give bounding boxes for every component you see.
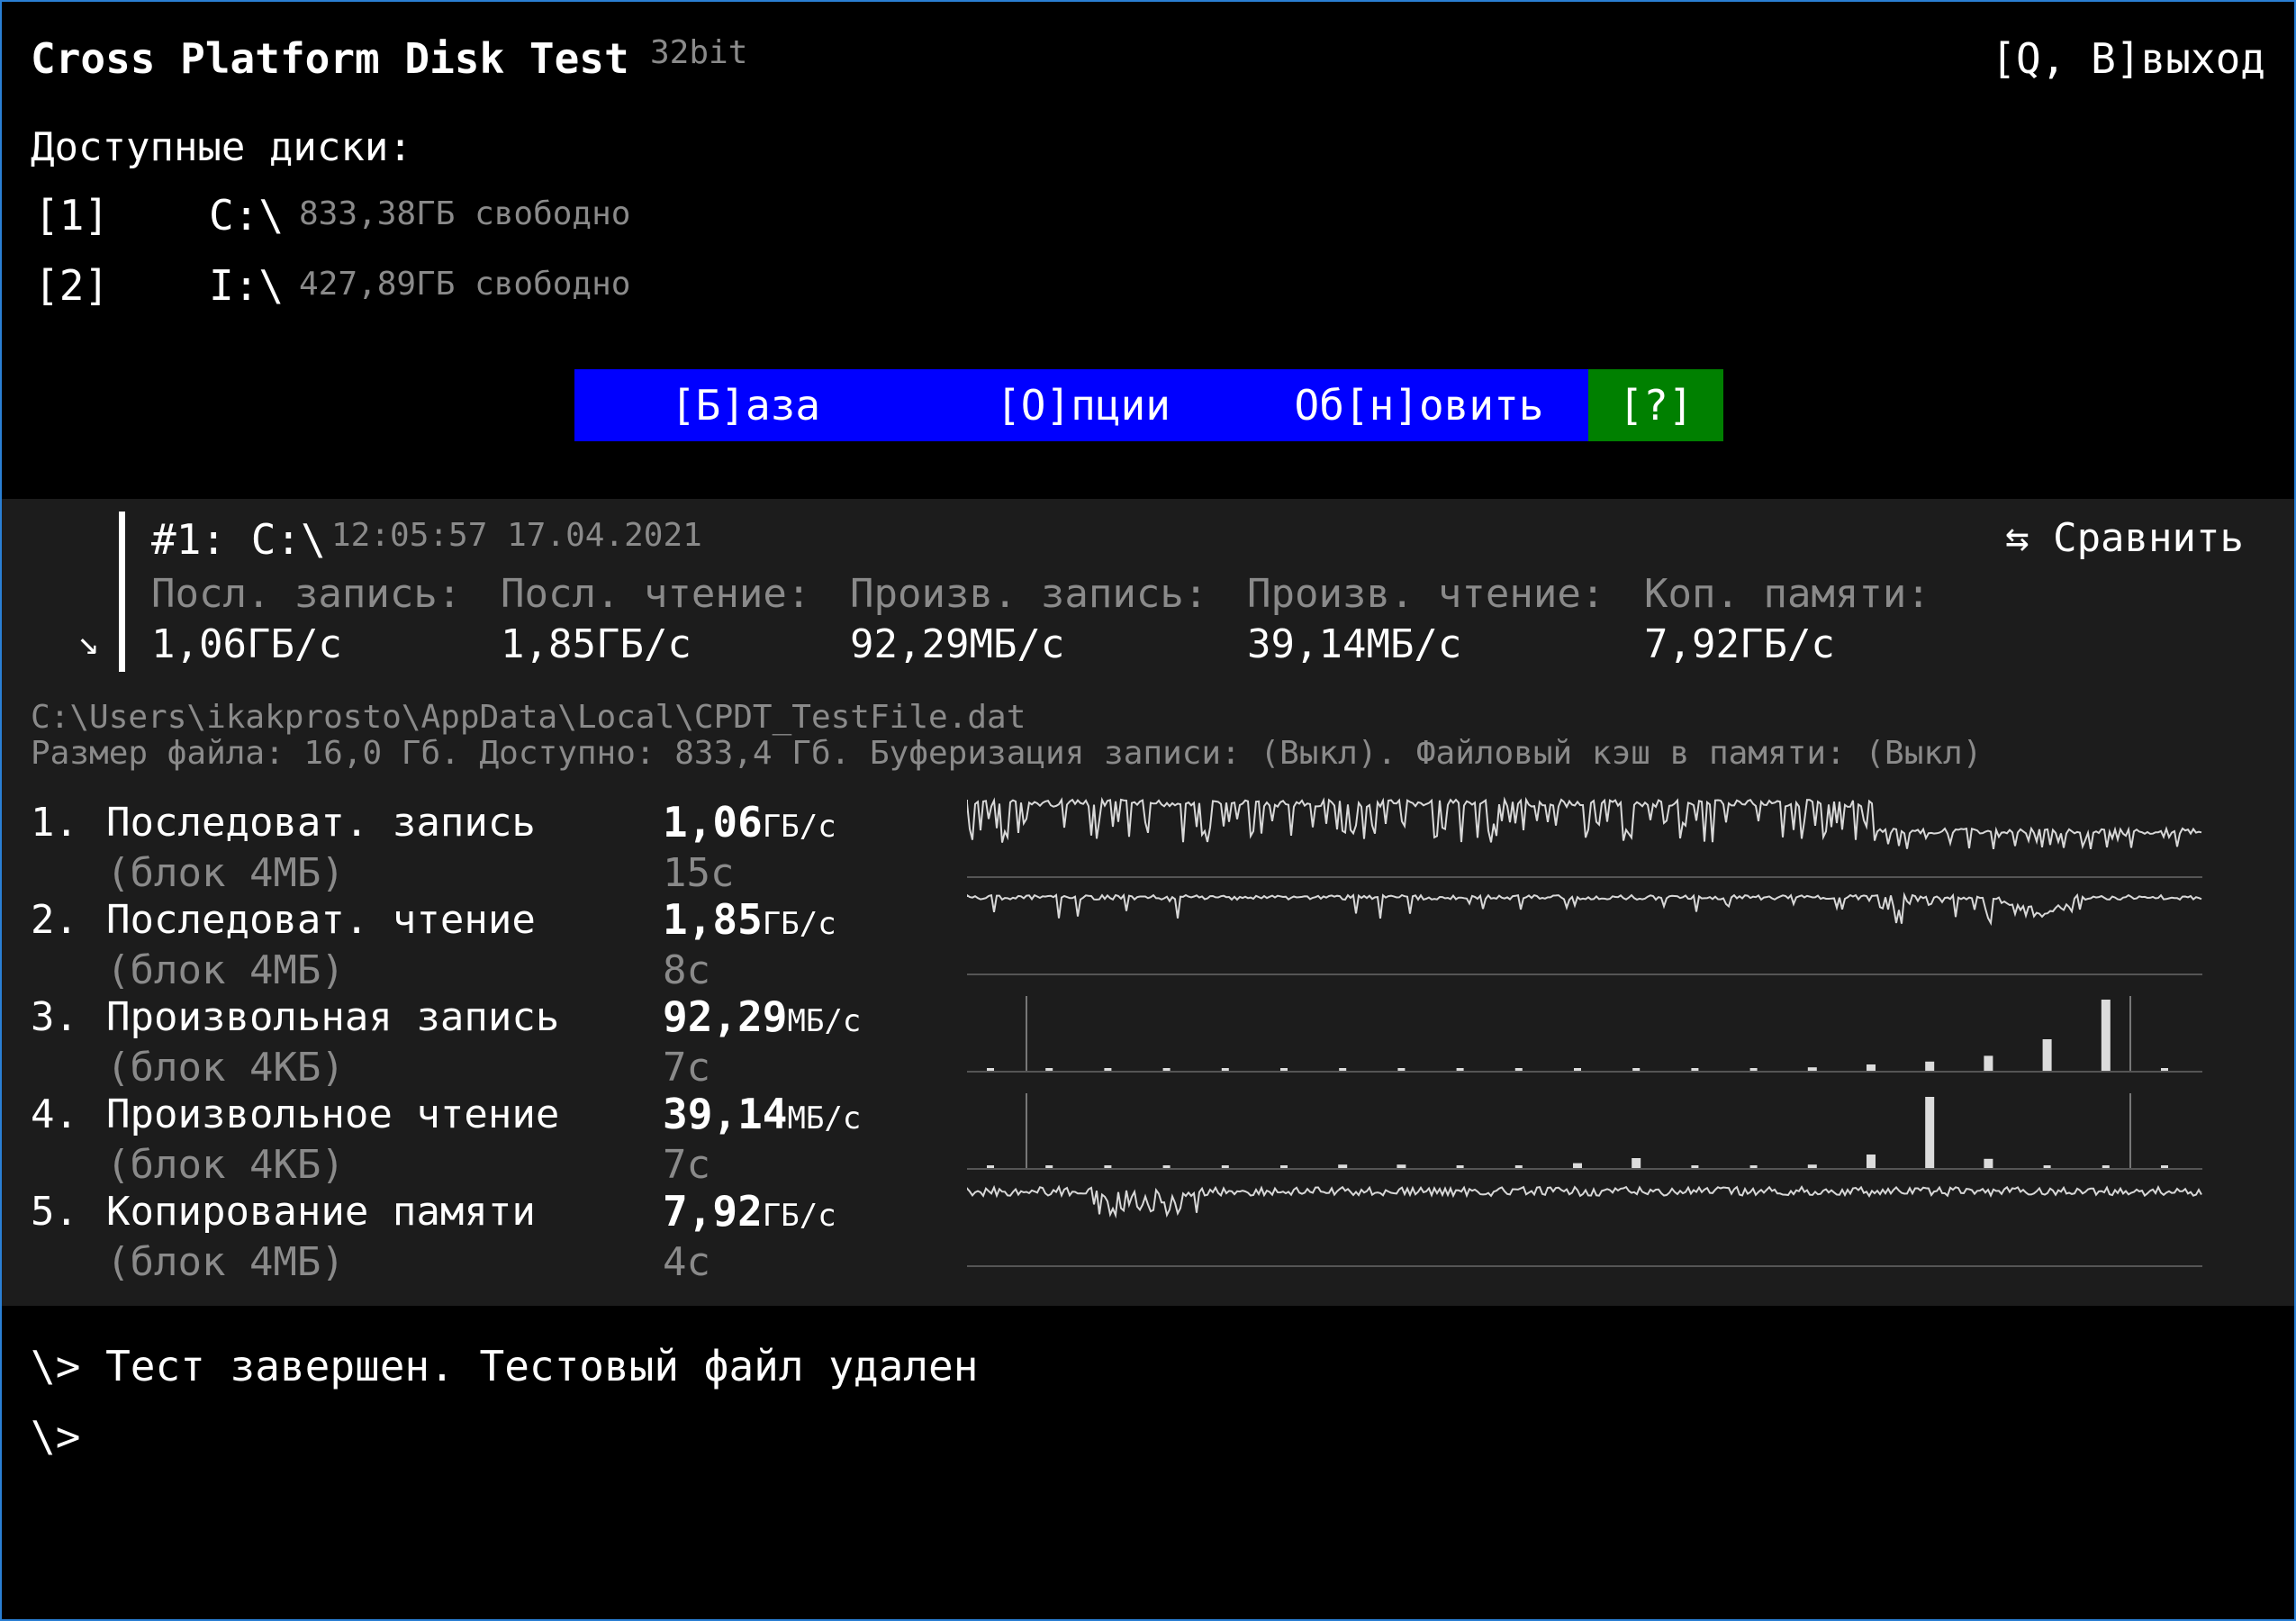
app-window: Cross Platform Disk Test 32bit [Q, B]вых… [0, 0, 2296, 1621]
mem-copy-graph [967, 1184, 2202, 1219]
summary-value-seq-read: 1,85ГБ/с [501, 621, 692, 667]
test-time-rand-write: 7с [663, 1045, 710, 1091]
app-title: Cross Platform Disk Test [31, 34, 629, 83]
disks-heading: Доступные диски: [31, 124, 412, 170]
expand-arrow-icon[interactable]: ↘ [77, 621, 99, 663]
test-block-seq-read: (блок 4МБ) [106, 947, 345, 993]
test-value-rand-read: 39,14МБ/с [663, 1090, 862, 1138]
disk-item-i[interactable]: [2] I:\ 427,89ГБ свободно [34, 261, 630, 310]
test-block-rand-read: (блок 4КБ) [106, 1142, 345, 1188]
seq-read-graph [967, 892, 2202, 927]
test-block-seq-write: (блок 4МБ) [106, 850, 345, 896]
rand-read-hist-bar [1867, 1155, 1876, 1169]
summary-label-rand-write: Произв. запись: [850, 571, 1208, 617]
rand-read-hist-bar [1984, 1158, 1993, 1169]
summary-value-rand-write: 92,29МБ/с [850, 621, 1065, 667]
disk-path: I:\ [209, 261, 285, 310]
summary-value-rand-read: 39,14МБ/с [1247, 621, 1462, 667]
test-file-info: Размер файла: 16,0 Гб. Доступно: 833,4 Г… [31, 735, 1983, 772]
menu-help[interactable]: [?] [1588, 369, 1723, 441]
test-name-seq-write: 1. Последоват. запись [31, 800, 536, 846]
summary-label-mem-copy: Коп. памяти: [1644, 571, 1930, 617]
results-panel: ↘ #1: C:\ 12:05:57 17.04.2021 ⇆ Сравнить… [2, 499, 2294, 1306]
summary-label-rand-read: Произв. чтение: [1247, 571, 1605, 617]
disk-key: [2] [34, 261, 110, 310]
rand-write-hist-bar [1867, 1064, 1876, 1072]
main-menu: [Б]аза [О]пции Об[н]овить [?] [574, 369, 1723, 441]
test-value-rand-write: 92,29МБ/с [663, 992, 862, 1041]
test-file-path: C:\Users\ikakprosto\AppData\Local\CPDT_T… [31, 699, 1026, 736]
menu-base[interactable]: [Б]аза [574, 369, 917, 441]
summary-title: #1: C:\ [151, 515, 326, 564]
rand-write-hist-bar [1984, 1055, 1993, 1072]
disk-free-space: 833,38ГБ свободно [299, 195, 631, 232]
summary-value-seq-write: 1,06ГБ/с [151, 621, 342, 667]
seq-write-graph [967, 796, 2202, 850]
test-name-mem-copy: 5. Копирование памяти [31, 1189, 536, 1235]
compare-button[interactable]: ⇆ Сравнить [2005, 515, 2244, 561]
menu-options[interactable]: [О]пции [917, 369, 1250, 441]
test-block-mem-copy: (блок 4МБ) [106, 1239, 345, 1285]
test-name-rand-read: 4. Произвольное чтение [31, 1091, 560, 1137]
summary-divider [119, 512, 125, 672]
log-prompt: \> [31, 1412, 81, 1461]
disk-free-space: 427,89ГБ свободно [299, 266, 631, 303]
disk-item-c[interactable]: [1] C:\ 833,38ГБ свободно [34, 191, 630, 240]
summary-datetime: 12:05:57 17.04.2021 [331, 517, 702, 554]
rand-write-hist-bar [1925, 1061, 1935, 1072]
log-line-result: \> Тест завершен. Тестовый файл удален [31, 1342, 979, 1390]
rand-read-hist-bar [1925, 1097, 1935, 1169]
menu-refresh[interactable]: Об[н]овить [1250, 369, 1588, 441]
bitness-label: 32bit [650, 34, 748, 71]
menu-blue-section: [Б]аза [О]пции Об[н]овить [574, 369, 1588, 441]
test-value-seq-read: 1,85ГБ/с [663, 895, 836, 944]
rand-write-hist-bar [2101, 1000, 2111, 1072]
test-value-mem-copy: 7,92ГБ/с [663, 1187, 836, 1236]
test-block-rand-write: (блок 4КБ) [106, 1045, 345, 1091]
disk-path: C:\ [209, 191, 285, 240]
test-time-rand-read: 7с [663, 1142, 710, 1188]
test-graphs [967, 796, 2202, 1267]
test-time-mem-copy: 4с [663, 1239, 710, 1285]
test-name-seq-read: 2. Последоват. чтение [31, 897, 536, 943]
summary-value-mem-copy: 7,92ГБ/с [1644, 621, 1835, 667]
summary-label-seq-read: Посл. чтение: [501, 571, 811, 617]
test-time-seq-write: 15с [663, 850, 735, 896]
disk-key: [1] [34, 191, 110, 240]
test-name-rand-write: 3. Произвольная запись [31, 994, 560, 1040]
rand-read-hist-bar [1632, 1158, 1641, 1169]
summary-label-seq-write: Посл. запись: [151, 571, 462, 617]
test-value-seq-write: 1,06ГБ/с [663, 798, 836, 847]
test-time-seq-read: 8с [663, 947, 710, 993]
rand-write-hist-bar [2042, 1039, 2052, 1072]
exit-button[interactable]: [Q, B]выход [1991, 34, 2265, 83]
